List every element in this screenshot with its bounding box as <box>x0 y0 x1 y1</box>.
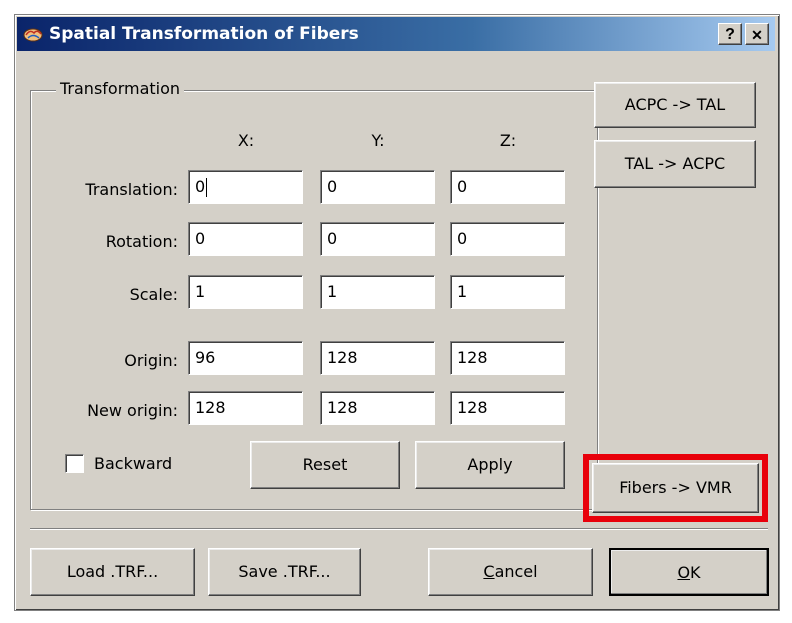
scale-y-input[interactable]: 1 <box>320 275 435 309</box>
tal-to-acpc-label: TAL -> ACPC <box>624 154 726 173</box>
rotation-z-input[interactable]: 0 <box>450 222 565 256</box>
translation-y-input[interactable]: 0 <box>320 170 435 204</box>
window-title: Spatial Transformation of Fibers <box>49 24 359 44</box>
tal-to-acpc-button[interactable]: TAL -> ACPC <box>594 140 756 188</box>
label-origin: Origin: <box>124 351 178 370</box>
label-translation: Translation: <box>85 180 178 199</box>
new-origin-x-input[interactable]: 128 <box>188 391 303 425</box>
backward-checkbox[interactable] <box>65 454 84 473</box>
acpc-to-tal-button[interactable]: ACPC -> TAL <box>594 82 756 128</box>
header-y: Y: <box>371 131 385 150</box>
cancel-mnemonic: C <box>483 562 495 581</box>
ok-button[interactable]: OK <box>609 548 769 596</box>
ok-mnemonic: O <box>677 563 691 582</box>
save-trf-label: Save .TRF... <box>238 562 331 581</box>
help-button[interactable]: ? <box>718 23 742 45</box>
cancel-label: ancel <box>494 562 538 581</box>
group-title: Transformation <box>56 78 185 100</box>
scale-x-input[interactable]: 1 <box>188 275 303 309</box>
ok-label: K <box>690 563 701 582</box>
backward-label[interactable]: Backward <box>94 453 172 475</box>
brain-icon <box>22 23 44 45</box>
scale-z-input[interactable]: 1 <box>450 275 565 309</box>
origin-z-input[interactable]: 128 <box>450 341 565 375</box>
apply-label: Apply <box>467 455 513 474</box>
reset-label: Reset <box>302 455 348 474</box>
header-x: X: <box>237 131 255 150</box>
text-cursor <box>206 178 207 197</box>
label-rotation: Rotation: <box>105 232 178 251</box>
rotation-x-input[interactable]: 0 <box>188 222 303 256</box>
new-origin-z-input[interactable]: 128 <box>450 391 565 425</box>
close-button[interactable]: ✕ <box>745 23 769 45</box>
origin-x-input[interactable]: 96 <box>188 341 303 375</box>
save-trf-button[interactable]: Save .TRF... <box>208 548 361 596</box>
origin-y-input[interactable]: 128 <box>320 341 435 375</box>
apply-button[interactable]: Apply <box>415 441 565 489</box>
title-bar[interactable]: Spatial Transformation of Fibers ? ✕ <box>17 17 775 51</box>
close-icon: ✕ <box>751 27 763 43</box>
reset-button[interactable]: Reset <box>250 441 400 489</box>
load-trf-button[interactable]: Load .TRF... <box>30 548 195 596</box>
header-z: Z: <box>499 131 517 150</box>
cancel-button[interactable]: Cancel <box>428 548 593 596</box>
help-icon: ? <box>725 26 735 43</box>
rotation-y-input[interactable]: 0 <box>320 222 435 256</box>
highlight-box <box>583 454 768 522</box>
acpc-to-tal-label: ACPC -> TAL <box>624 95 726 114</box>
label-scale: Scale: <box>129 285 178 304</box>
label-new-origin: New origin: <box>87 401 178 420</box>
translation-z-input[interactable]: 0 <box>450 170 565 204</box>
separator <box>30 528 768 530</box>
new-origin-y-input[interactable]: 128 <box>320 391 435 425</box>
load-trf-label: Load .TRF... <box>66 562 159 581</box>
